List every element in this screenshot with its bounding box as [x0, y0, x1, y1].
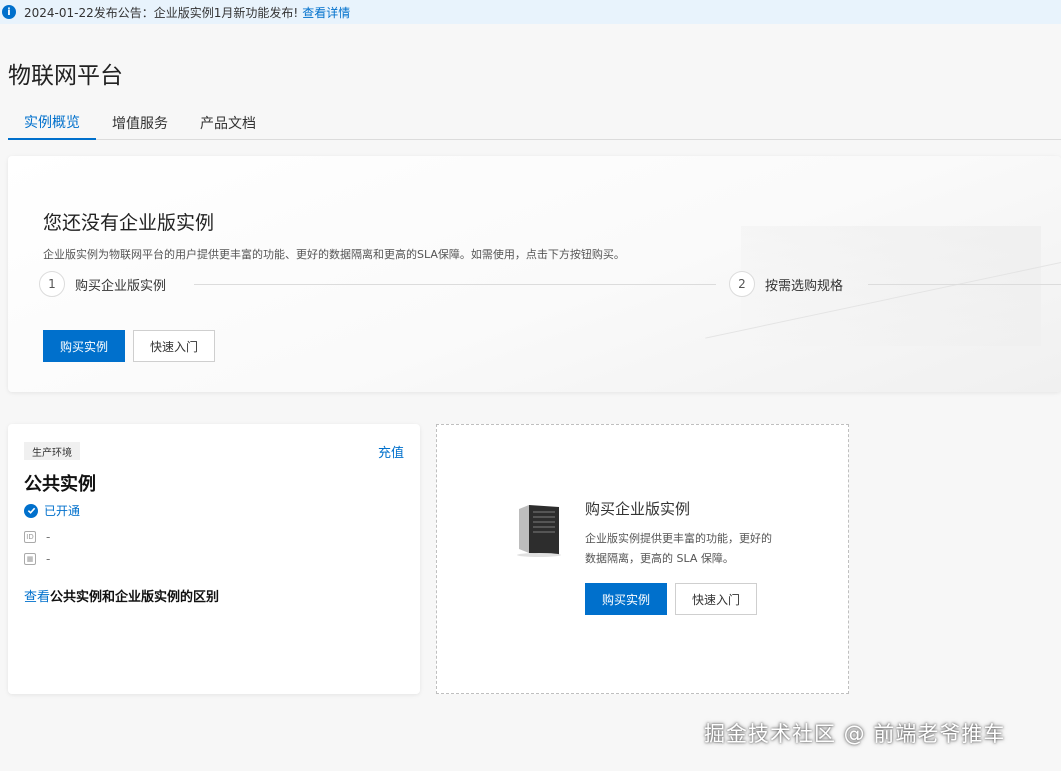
step-connector	[194, 284, 716, 285]
instance-date-value: -	[46, 552, 51, 566]
enterprise-intro-card: 您还没有企业版实例 企业版实例为物联网平台的用户提供更丰富的功能、更好的数据隔离…	[8, 156, 1061, 392]
public-instance-card: 生产环境 充值 公共实例 已开通 ID - ▦ - 查看公共实例和企业版实例的区…	[8, 424, 420, 694]
compare-row: 查看公共实例和企业版实例的区别	[24, 586, 219, 605]
buy-instance-button-2[interactable]: 购买实例	[585, 583, 667, 615]
step-label: 购买企业版实例	[75, 278, 167, 294]
quickstart-button[interactable]: 快速入门	[133, 330, 215, 362]
step-number: 1	[39, 271, 65, 297]
announcement-text: 2024-01-22发布公告：企业版实例1月新功能发布!	[24, 5, 299, 20]
tab-value-added-services[interactable]: 增值服务	[96, 106, 184, 140]
instance-date-row: ▦ -	[24, 552, 50, 566]
step-connector	[868, 284, 1061, 285]
step-number: 2	[729, 271, 755, 297]
check-circle-icon	[24, 503, 38, 518]
announcement-bar: i 2024-01-22发布公告：企业版实例1月新功能发布! 查看详情	[0, 0, 1061, 24]
watermark: 掘金技术社区 @ 前端老爷推车	[704, 722, 1006, 746]
server-icon	[517, 505, 561, 557]
announcement-details-link[interactable]: 查看详情	[302, 4, 350, 21]
status-badge: 已开通	[24, 502, 80, 519]
hero-title: 您还没有企业版实例	[43, 212, 215, 234]
id-card-icon: ID	[24, 531, 36, 543]
buy-enterprise-card: 购买企业版实例 企业版实例提供更丰富的功能，更好的数据隔离，更高的 SLA 保障…	[436, 424, 849, 694]
hero-description: 企业版实例为物联网平台的用户提供更丰富的功能、更好的数据隔离和更高的SLA保障。…	[43, 248, 625, 261]
buy-card-title: 购买企业版实例	[585, 500, 691, 518]
instance-title: 公共实例	[24, 474, 96, 495]
info-icon: i	[2, 5, 16, 19]
compare-text: 公共实例和企业版实例的区别	[50, 590, 220, 605]
instance-id-value: -	[46, 530, 51, 544]
step-label: 按需选购规格	[765, 278, 844, 294]
env-badge: 生产环境	[24, 442, 80, 460]
status-text: 已开通	[44, 504, 81, 518]
quickstart-button-2[interactable]: 快速入门	[675, 583, 757, 615]
compare-view-link[interactable]: 查看	[24, 590, 50, 605]
step-2: 2 按需选购规格	[729, 270, 843, 298]
tab-instance-overview[interactable]: 实例概览	[8, 106, 96, 140]
recharge-link[interactable]: 充值	[378, 442, 404, 461]
instance-id-row: ID -	[24, 530, 50, 544]
page-title: 物联网平台	[8, 63, 123, 89]
tab-bar: 实例概览 增值服务 产品文档	[8, 106, 1061, 140]
buy-card-description: 企业版实例提供更丰富的功能，更好的数据隔离，更高的 SLA 保障。	[585, 532, 772, 565]
step-1: 1 购买企业版实例	[39, 270, 166, 298]
buy-instance-button[interactable]: 购买实例	[43, 330, 125, 362]
calendar-icon: ▦	[24, 553, 36, 565]
tab-product-docs[interactable]: 产品文档	[184, 106, 272, 140]
